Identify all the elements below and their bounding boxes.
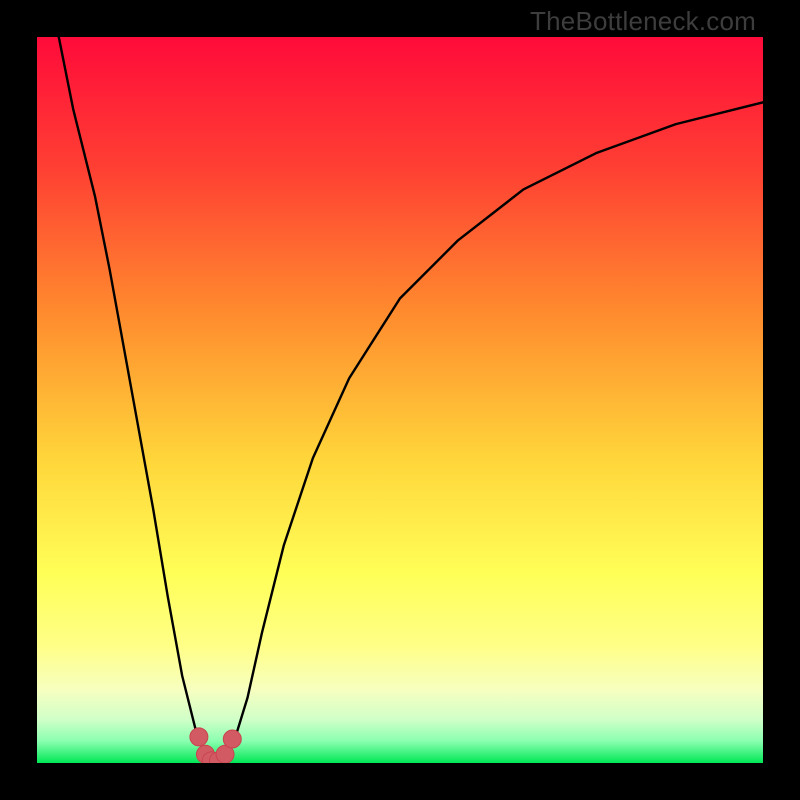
chart-frame: TheBottleneck.com bbox=[0, 0, 800, 800]
trough-marker bbox=[223, 730, 241, 748]
trough-marker bbox=[190, 728, 208, 746]
plot-area bbox=[37, 37, 763, 763]
watermark-text: TheBottleneck.com bbox=[530, 6, 756, 37]
chart-svg bbox=[37, 37, 763, 763]
gradient-background bbox=[37, 37, 763, 763]
